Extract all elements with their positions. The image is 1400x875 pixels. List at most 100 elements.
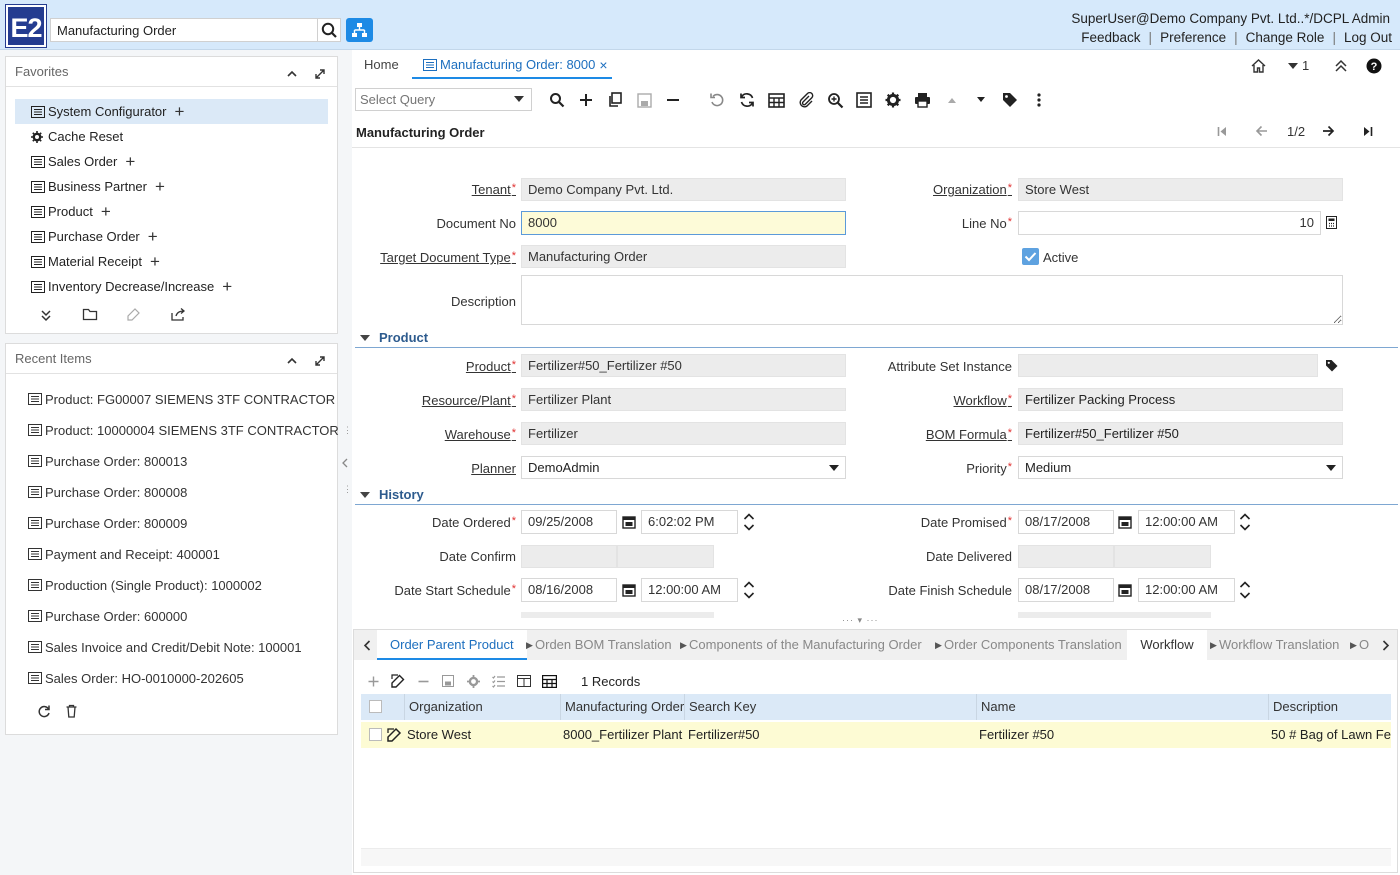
grid-edit-button[interactable] — [389, 672, 407, 690]
home-icon[interactable] — [1250, 58, 1267, 74]
logout-link[interactable]: Log Out — [1336, 30, 1392, 45]
folder-icon[interactable] — [82, 307, 98, 321]
help-icon[interactable]: ? — [1366, 58, 1382, 74]
refresh-button[interactable] — [737, 90, 757, 110]
report-button[interactable] — [854, 90, 874, 110]
date-start-field[interactable]: 08/16/2008 — [521, 578, 617, 602]
more-options-button[interactable] — [1029, 90, 1049, 110]
bom-formula-field[interactable]: Fertilizer#50_Fertilizer #50 — [1018, 422, 1343, 445]
collapse-icon[interactable] — [286, 355, 298, 367]
calculator-icon[interactable] — [1326, 216, 1337, 229]
calendar-icon[interactable] — [1118, 515, 1134, 531]
collapse-icon[interactable] — [286, 68, 298, 80]
save-button[interactable] — [634, 90, 654, 110]
previous-record-button[interactable] — [942, 90, 962, 110]
edit-icon[interactable] — [126, 307, 141, 322]
grid-header-description[interactable]: Description — [1269, 694, 1391, 720]
favorite-item[interactable]: System Configurator + — [31, 100, 184, 124]
target-doc-type-field[interactable]: Manufacturing Order — [521, 245, 846, 268]
preference-link[interactable]: Preference — [1152, 30, 1234, 45]
subtab-workflow-translation[interactable]: ▶ Workflow Translation — [1210, 630, 1350, 660]
add-new-icon[interactable]: + — [101, 202, 111, 222]
calendar-icon[interactable] — [622, 583, 638, 599]
grid-header-search-key[interactable]: Search Key — [685, 694, 977, 720]
share-icon[interactable] — [170, 307, 186, 322]
recent-item[interactable]: Purchase Order: 600000 — [28, 606, 187, 626]
copy-record-button[interactable] — [605, 90, 625, 110]
subtab-orden-bom-translation[interactable]: ▶ Orden BOM Translation — [526, 630, 681, 660]
time-start-field[interactable]: 12:00:00 AM — [641, 578, 738, 602]
resource-plant-field[interactable]: Fertilizer Plant — [521, 388, 846, 411]
recent-item[interactable]: Payment and Receipt: 400001 — [28, 544, 220, 564]
process-button[interactable] — [883, 90, 903, 110]
time-confirm-field[interactable] — [617, 545, 714, 568]
favorite-item[interactable]: Sales Order + — [31, 150, 135, 174]
recent-item[interactable]: Product: 10000004 SIEMENS 3TF CONTRACTOR — [28, 420, 339, 440]
search-button[interactable] — [318, 18, 341, 42]
recent-item[interactable]: Purchase Order: 800009 — [28, 513, 187, 533]
first-record-icon[interactable] — [1217, 126, 1227, 137]
add-new-icon[interactable]: + — [175, 102, 185, 122]
add-new-icon[interactable]: + — [125, 152, 135, 172]
recent-item[interactable]: Purchase Order: 800008 — [28, 482, 187, 502]
tenant-field[interactable]: Demo Company Pvt. Ltd. — [521, 178, 846, 201]
collapse-left-icon[interactable] — [341, 458, 349, 468]
print-button[interactable] — [912, 90, 932, 110]
recent-item[interactable]: Sales Invoice and Credit/Debit Note: 100… — [28, 637, 302, 657]
favorite-item[interactable]: Cache Reset — [31, 125, 123, 149]
feedback-link[interactable]: Feedback — [1073, 30, 1148, 45]
favorite-item[interactable]: Business Partner + — [31, 175, 165, 199]
query-select[interactable] — [355, 88, 532, 111]
undo-button[interactable] — [707, 90, 727, 110]
refresh-icon[interactable] — [37, 704, 51, 718]
next-record-button[interactable] — [971, 90, 991, 110]
zoom-across-button[interactable] — [825, 90, 845, 110]
time-spinner-icon[interactable] — [741, 578, 757, 602]
expand-icon[interactable] — [314, 355, 326, 367]
trash-icon[interactable] — [65, 704, 78, 718]
last-record-icon[interactable] — [1363, 126, 1373, 137]
document-no-field[interactable]: 8000 — [521, 211, 846, 235]
time-spinner-icon[interactable] — [1237, 578, 1253, 602]
time-spinner-icon[interactable] — [1237, 510, 1253, 534]
change-role-link[interactable]: Change Role — [1238, 30, 1333, 45]
global-search-input[interactable] — [50, 18, 318, 42]
grid-header-manufacturing-order[interactable]: Manufacturing Order — [561, 694, 685, 720]
date-ordered-field[interactable]: 09/25/2008 — [521, 510, 617, 534]
cell-description[interactable]: 50 # Bag of Lawn Fert — [1267, 722, 1391, 748]
favorite-item[interactable]: Inventory Decrease/Increase + — [31, 275, 232, 299]
chevron-down-icon[interactable] — [513, 95, 525, 104]
tag-icon[interactable] — [1325, 359, 1338, 372]
active-checkbox[interactable] — [1022, 248, 1039, 265]
grid-delete-button[interactable] — [414, 672, 432, 690]
time-delivered-field[interactable] — [1114, 545, 1211, 568]
subtab-order-components-translation[interactable]: ▶ Order Components Translation — [935, 630, 1127, 660]
new-record-button[interactable] — [576, 90, 596, 110]
expand-icon[interactable] — [314, 68, 326, 80]
app-logo[interactable]: E2 — [5, 4, 47, 48]
priority-dropdown[interactable] — [1320, 456, 1342, 479]
subtab-more[interactable]: ▶Or — [1350, 630, 1370, 660]
grid-save-button[interactable] — [439, 672, 457, 690]
date-promised-field[interactable]: 08/17/2008 — [1018, 510, 1114, 534]
favorite-item[interactable]: Purchase Order + — [31, 225, 158, 249]
recent-item[interactable]: Product: FG00007 SIEMENS 3TF CONTRACTOR — [28, 389, 335, 409]
grid-toggle-button[interactable] — [766, 90, 786, 110]
scroll-right-icon[interactable] — [1382, 640, 1390, 651]
grid-header-name[interactable]: Name — [977, 694, 1269, 720]
description-field[interactable] — [521, 275, 1343, 325]
workflow-field[interactable]: Fertilizer Packing Process — [1018, 388, 1343, 411]
grid-new-button[interactable] — [364, 672, 382, 690]
collapse-header-icon[interactable] — [1334, 59, 1348, 73]
previous-arrow-icon[interactable] — [1255, 125, 1268, 137]
cell-search-key[interactable]: Fertilizer#50 — [684, 722, 976, 748]
grid-toggle-button[interactable] — [540, 672, 558, 690]
add-new-icon[interactable]: + — [155, 177, 165, 197]
subtab-components[interactable]: ▶ Components of the Manufacturing Order — [680, 630, 928, 660]
notification-dropdown-icon[interactable] — [1287, 61, 1299, 71]
time-ordered-field[interactable]: 6:02:02 PM — [641, 510, 738, 534]
tab-manufacturing-order[interactable]: Manufacturing Order: 8000 × — [412, 55, 612, 79]
next-arrow-icon[interactable] — [1322, 125, 1335, 137]
grid-columns-button[interactable] — [515, 672, 533, 690]
cell-organization[interactable]: Store West — [403, 722, 559, 748]
